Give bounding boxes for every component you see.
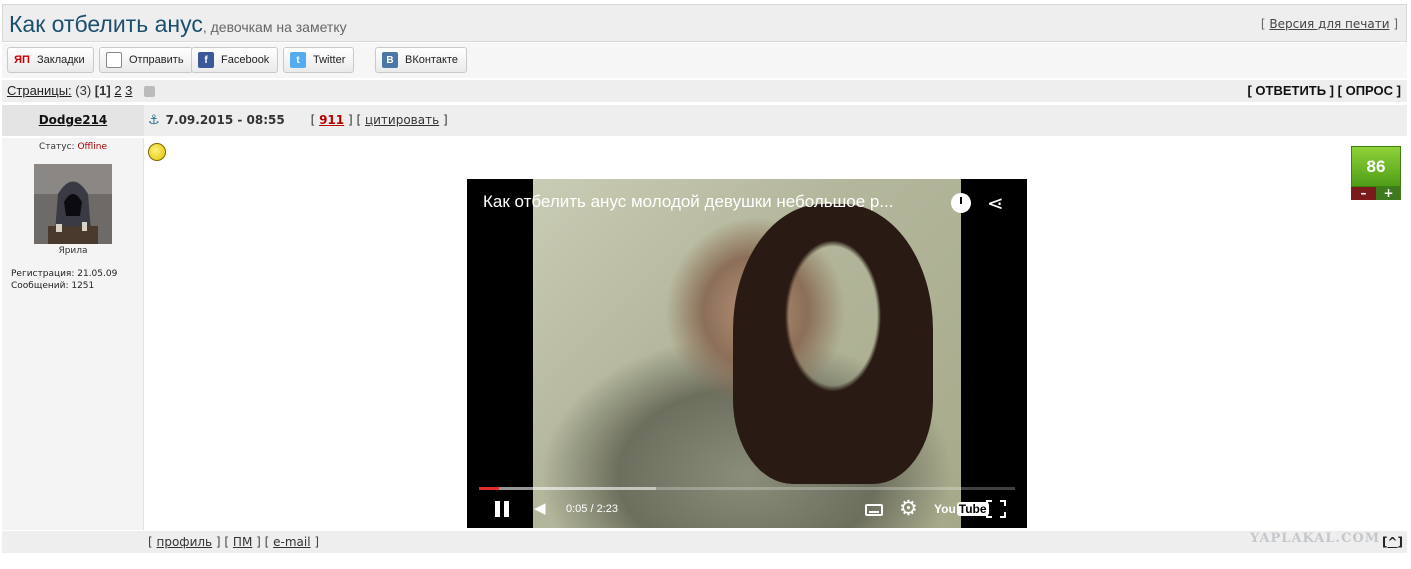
yap-logo-icon: ЯП — [14, 54, 30, 66]
pagination: Страницы: (3) [1] 2 3 — [7, 83, 156, 98]
page-jump-icon[interactable] — [144, 86, 156, 98]
user-rank: Ярила — [58, 246, 88, 256]
print-version: [ Версия для печати ] — [1261, 17, 1398, 31]
post-content: 86 – + Как отбелить анус молодой девушки… — [146, 138, 1407, 530]
pm-link[interactable]: ПМ — [233, 535, 252, 549]
quote-link[interactable]: цитировать — [365, 113, 439, 127]
print-version-link[interactable]: Версия для печати — [1269, 17, 1389, 31]
email-link[interactable]: e-mail — [273, 535, 310, 549]
topic-actions: [ ОТВЕТИТЬ ] [ ОПРОС ] — [1247, 83, 1401, 98]
post-number-link[interactable]: 911 — [319, 113, 344, 127]
video-time: 0:05 / 2:23 — [566, 503, 618, 515]
pagination-bar: Страницы: (3) [1] 2 3 [ ОТВЕТИТЬ ] [ ОПР… — [2, 80, 1407, 102]
video-frame[interactable] — [533, 179, 961, 528]
gear-icon[interactable]: ⚙ — [899, 496, 918, 520]
smiley-icon — [148, 143, 166, 161]
vkontakte-button[interactable]: B ВКонтакте — [375, 47, 467, 73]
post-meta: ⚓ 7.09.2015 - 08:55 [ 911 ] [ цитировать … — [148, 113, 448, 128]
pages-label[interactable]: Страницы: — [7, 83, 72, 98]
pause-button[interactable] — [495, 501, 509, 517]
topic-title: Как отбелить анус, девочкам на заметку — [9, 11, 347, 38]
message-count: Сообщений: 1251 — [11, 281, 95, 291]
rating-score: 86 — [1351, 146, 1401, 187]
youtube-logo-tube: Tube — [956, 502, 989, 516]
bracket-close: ] — [1389, 17, 1398, 31]
profile-link[interactable]: профиль — [157, 535, 213, 549]
subtitles-icon[interactable] — [865, 504, 883, 516]
facebook-label: Facebook — [221, 54, 270, 66]
topic-title-bar: Как отбелить анус, девочкам на заметку [… — [2, 4, 1407, 42]
progress-buffered — [479, 487, 656, 490]
youtube-logo-you: You — [934, 502, 956, 516]
user-info-column: Статус: Offline Ярила Регистрация: 21.05… — [2, 138, 144, 530]
envelope-icon — [106, 52, 122, 68]
twitter-icon: t — [290, 52, 306, 68]
vote-minus-button[interactable]: – — [1351, 187, 1376, 200]
post-date: 7.09.2015 - 08:55 — [165, 113, 285, 127]
topic-subtitle: , девочкам на заметку — [202, 19, 347, 35]
topic-title-text: Как отбелить анус — [9, 11, 203, 37]
post-author: Dodge214 — [2, 105, 144, 136]
bookmarks-button[interactable]: ЯП Закладки — [7, 47, 94, 73]
twitter-label: Twitter — [313, 54, 346, 66]
status-value: Offline — [77, 142, 107, 152]
page-3-link[interactable]: 3 — [125, 83, 132, 98]
author-link[interactable]: Dodge214 — [39, 113, 108, 127]
send-button[interactable]: Отправить — [99, 47, 193, 73]
scroll-top: [^] — [1381, 535, 1403, 549]
share-bar: ЯП Закладки Отправить f Facebook t Twitt… — [2, 43, 1407, 78]
anchor-icon[interactable]: ⚓ — [148, 113, 160, 128]
watch-later-icon[interactable] — [951, 193, 971, 213]
progress-played — [479, 487, 499, 490]
vote-plus-button[interactable]: + — [1376, 187, 1401, 200]
bookmarks-label: Закладки — [37, 54, 85, 66]
share-icon[interactable]: ⋖ — [987, 191, 1004, 215]
poll-button[interactable]: [ ОПРОС ] — [1338, 83, 1401, 98]
facebook-icon: f — [198, 52, 214, 68]
post-footer: [ профиль ] [ ПМ ] [ e-mail ] YAPLAKAL.C… — [2, 531, 1407, 553]
current-page: [1] — [94, 83, 111, 98]
vk-icon: B — [382, 52, 398, 68]
site-watermark: YAPLAKAL.COM — [1250, 531, 1381, 546]
vkontakte-label: ВКонтакте — [405, 54, 458, 66]
post-header: Dodge214 ⚓ 7.09.2015 - 08:55 [ 911 ] [ ци… — [2, 105, 1407, 136]
pages-count: (3) — [75, 83, 92, 98]
twitter-button[interactable]: t Twitter — [283, 47, 355, 73]
avatar — [34, 164, 112, 244]
send-label: Отправить — [129, 54, 184, 66]
fullscreen-icon[interactable] — [986, 500, 1006, 518]
youtube-logo-icon[interactable]: You Tube — [934, 502, 989, 516]
facebook-button[interactable]: f Facebook — [191, 47, 279, 73]
progress-bar[interactable] — [479, 487, 1015, 490]
status-label: Статус: — [39, 142, 75, 152]
post-footer-links: [ профиль ] [ ПМ ] [ e-mail ] — [148, 535, 320, 549]
volume-icon[interactable]: ◀ — [534, 499, 546, 517]
scroll-top-link[interactable]: ^ — [1387, 535, 1397, 549]
video-title[interactable]: Как отбелить анус молодой девушки неболь… — [483, 192, 894, 212]
reply-button[interactable]: [ ОТВЕТИТЬ ] — [1247, 83, 1334, 98]
rating-vote: – + — [1351, 187, 1401, 200]
page-2-link[interactable]: 2 — [114, 83, 121, 98]
user-status: Статус: Offline — [2, 142, 144, 152]
video-subject — [733, 204, 933, 484]
post-rating: 86 – + — [1351, 146, 1401, 200]
registration-date: Регистрация: 21.05.09 — [11, 269, 118, 279]
video-player[interactable]: Как отбелить анус молодой девушки неболь… — [467, 179, 1027, 528]
